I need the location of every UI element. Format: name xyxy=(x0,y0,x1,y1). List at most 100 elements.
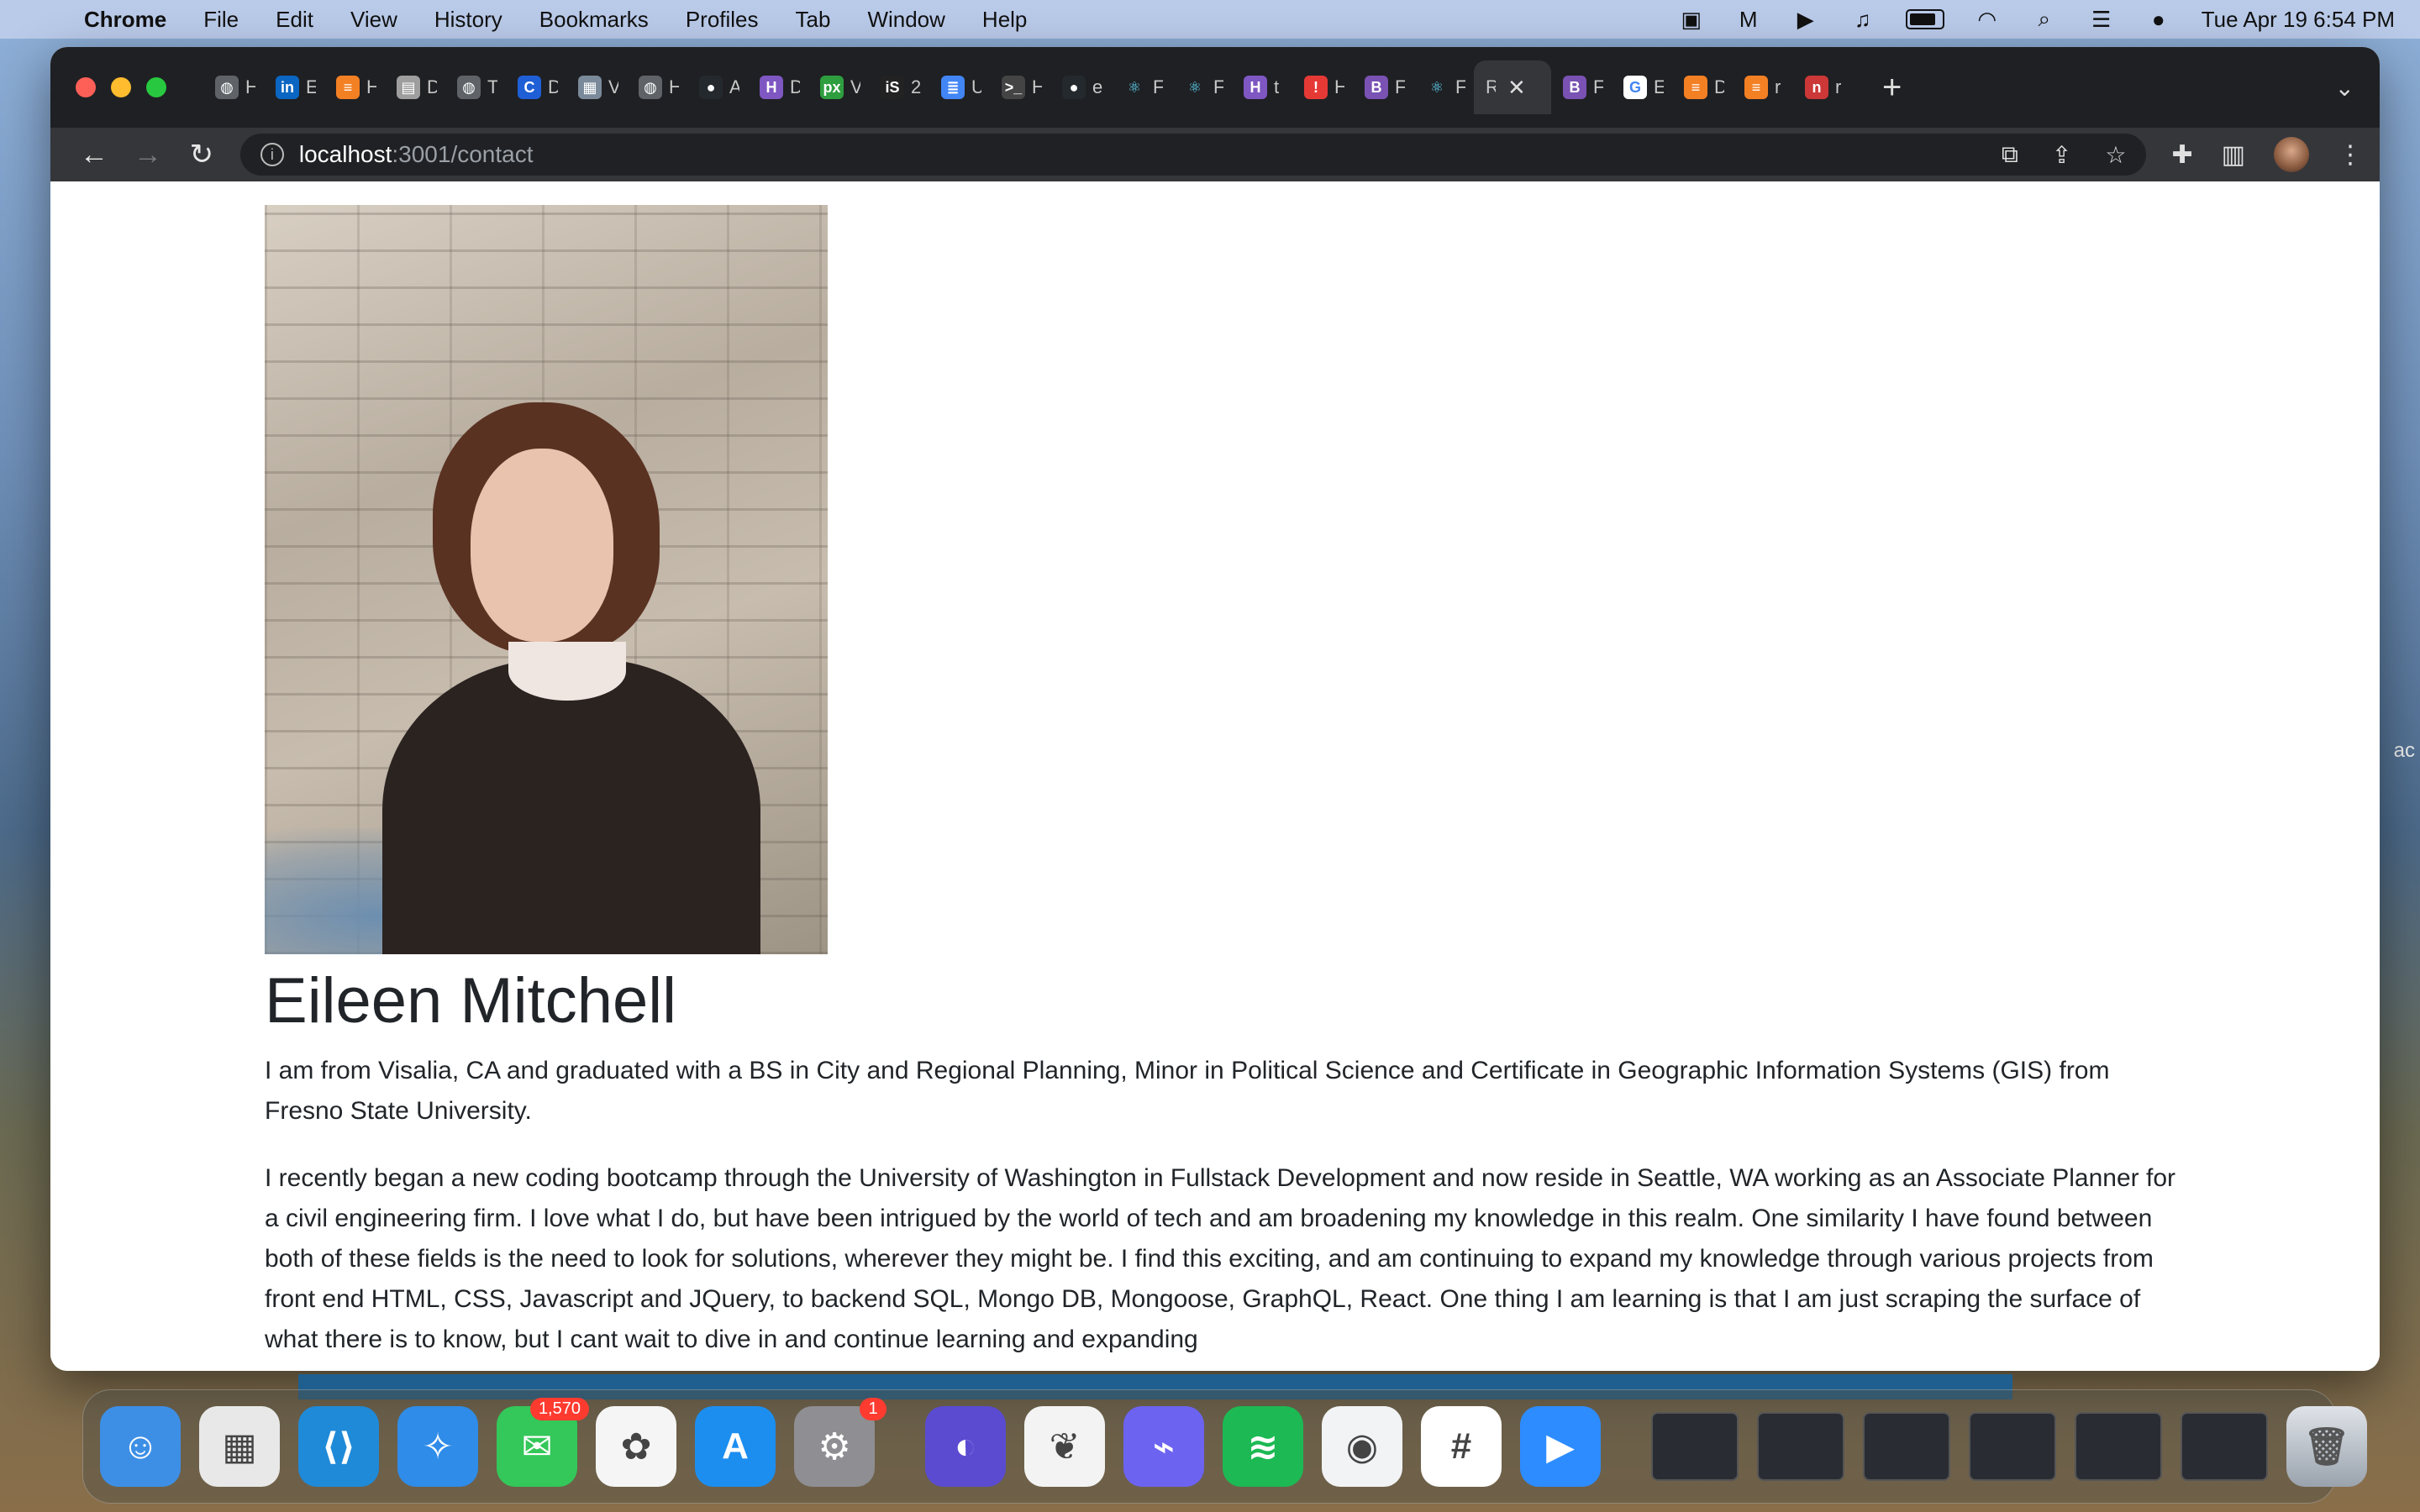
tab[interactable]: iS 2 xyxy=(869,60,929,114)
tab[interactable]: ⚛ F xyxy=(1111,60,1171,114)
tab[interactable]: ● A xyxy=(687,60,748,114)
tab-search-chevron-icon[interactable]: ⌄ xyxy=(2335,74,2354,102)
menu-file[interactable]: File xyxy=(203,7,239,33)
chrome-menu-kebab-icon[interactable]: ⋮ xyxy=(2338,140,2363,170)
address-bar-actions: ⧉ ⇪ ☆ xyxy=(2002,141,2127,169)
back-arrow-icon[interactable]: ← xyxy=(67,133,121,176)
menu-clock[interactable]: Tue Apr 19 6:54 PM xyxy=(2202,7,2395,33)
menu-help[interactable]: Help xyxy=(982,7,1027,33)
profile-avatar[interactable] xyxy=(2273,137,2309,172)
dock-app-circle-icon[interactable]: ◐ xyxy=(925,1406,1006,1487)
tab[interactable]: >_ H xyxy=(990,60,1050,114)
play-circle-icon[interactable]: ▶ xyxy=(1791,7,1820,32)
open-in-app-icon[interactable]: ⧉ xyxy=(2002,141,2018,169)
menu-history[interactable]: History xyxy=(434,7,502,33)
dock-messenger-icon[interactable]: ⌁ xyxy=(1123,1406,1204,1487)
tab[interactable]: ◍ H xyxy=(627,60,687,114)
dock-photos-icon[interactable]: ✿ xyxy=(596,1406,676,1487)
share-icon[interactable]: ⇪ xyxy=(2052,141,2071,169)
menu-tab[interactable]: Tab xyxy=(796,7,831,33)
tab[interactable]: ◍ H xyxy=(203,60,264,114)
tab[interactable]: ≣ U xyxy=(929,60,990,114)
tab[interactable]: ▤ D xyxy=(385,60,445,114)
forward-arrow-icon[interactable]: → xyxy=(121,133,175,176)
dock-finder-icon[interactable]: ☺ xyxy=(100,1406,181,1487)
tab-title: D xyxy=(548,76,558,97)
reload-icon[interactable]: ↻ xyxy=(175,133,229,176)
browser-toolbar: ← → ↻ i localhost:3001/contact ⧉ ⇪ ☆ ✚ ▥… xyxy=(50,128,2380,181)
tab[interactable]: ⚛ F xyxy=(1413,60,1474,114)
menu-view[interactable]: View xyxy=(350,7,397,33)
menu-bookmarks[interactable]: Bookmarks xyxy=(539,7,649,33)
dock-minimized-window[interactable] xyxy=(2181,1412,2268,1481)
dock-vscode-icon[interactable]: ⟨⟩ xyxy=(298,1406,379,1487)
tab[interactable]: ! H xyxy=(1292,60,1353,114)
dock-minimized-window[interactable] xyxy=(1757,1412,1844,1481)
menu-app-name[interactable]: Chrome xyxy=(84,7,166,33)
tab-title: F xyxy=(1213,76,1223,97)
tab[interactable]: BF xyxy=(1353,60,1413,114)
tab[interactable]: CD xyxy=(506,60,566,114)
tab-title: e xyxy=(1092,76,1102,97)
tab[interactable]: ● e xyxy=(1050,60,1111,114)
tab[interactable]: ⚛ F xyxy=(1171,60,1232,114)
battery-icon[interactable] xyxy=(1905,9,1944,29)
minimize-window-button[interactable] xyxy=(111,77,131,97)
menu-profiles[interactable]: Profiles xyxy=(686,7,759,33)
tab-title: F xyxy=(1153,76,1163,97)
dock-app-store-icon[interactable]: A xyxy=(695,1406,776,1487)
tab[interactable]: BF xyxy=(1551,60,1612,114)
menu-edit[interactable]: Edit xyxy=(276,7,313,33)
site-info-icon[interactable]: i xyxy=(260,143,284,166)
zoom-window-button[interactable] xyxy=(146,77,166,97)
tab[interactable]: nr xyxy=(1793,60,1854,114)
tab-active[interactable]: R ✕ xyxy=(1474,60,1551,114)
dock-trash-icon[interactable]: 🗑 xyxy=(2286,1406,2367,1487)
spotlight-search-icon[interactable]: ⌕ xyxy=(2030,6,2059,32)
tab[interactable]: px V xyxy=(808,60,869,114)
side-panel-icon[interactable]: ▥ xyxy=(2222,140,2245,170)
dock-minimized-window[interactable] xyxy=(1863,1412,1950,1481)
bookmark-star-icon[interactable]: ☆ xyxy=(2105,141,2126,169)
menu-window[interactable]: Window xyxy=(867,7,944,33)
tab[interactable]: ◍ T xyxy=(445,60,506,114)
dock-system-preferences-icon[interactable]: ⚙ 1 xyxy=(794,1398,886,1487)
headphones-icon[interactable]: ♫ xyxy=(1849,7,1877,32)
dock-minimized-window[interactable] xyxy=(2075,1412,2162,1481)
tab[interactable]: GE xyxy=(1612,60,1672,114)
dock-minimized-window[interactable] xyxy=(1969,1412,2056,1481)
video-camera-icon[interactable]: ▣ xyxy=(1677,7,1706,32)
malwarebytes-icon[interactable]: M xyxy=(1734,7,1763,32)
new-tab-plus-icon[interactable]: + xyxy=(1882,69,1902,107)
tab[interactable]: ≡ r xyxy=(1733,60,1793,114)
tab-title: U xyxy=(971,76,981,97)
extensions-puzzle-icon[interactable]: ✚ xyxy=(2171,140,2192,170)
tab-title: D xyxy=(1714,76,1724,97)
dock-spotify-icon[interactable]: ≋ xyxy=(1223,1406,1303,1487)
wifi-icon[interactable]: ◠ xyxy=(1973,7,2002,32)
tab[interactable]: Ht xyxy=(1232,60,1292,114)
siri-icon[interactable]: ● xyxy=(2144,7,2173,32)
dock-minimized-window[interactable] xyxy=(1651,1412,1739,1481)
is-logo-icon: iS xyxy=(881,76,904,99)
globe-icon: ◍ xyxy=(457,76,481,99)
tab[interactable]: ≡ D xyxy=(1672,60,1733,114)
dock-launchpad-icon[interactable]: ▦ xyxy=(199,1406,280,1487)
tab[interactable]: HD xyxy=(748,60,808,114)
h-logo-icon: H xyxy=(760,76,783,99)
dock-chrome-icon[interactable]: ◉ xyxy=(1322,1406,1402,1487)
tab[interactable]: ▦ V xyxy=(566,60,627,114)
tab[interactable]: in E xyxy=(264,60,324,114)
close-window-button[interactable] xyxy=(76,77,96,97)
tab[interactable]: ≡ H xyxy=(324,60,385,114)
tab-title: r xyxy=(1835,76,1842,97)
dock-mongodb-compass-icon[interactable]: ❦ xyxy=(1024,1406,1105,1487)
close-tab-icon[interactable]: ✕ xyxy=(1507,75,1526,101)
dock-safari-icon[interactable]: ✧ xyxy=(397,1406,478,1487)
address-bar[interactable]: i localhost:3001/contact ⧉ ⇪ ☆ xyxy=(239,134,2147,176)
bio-paragraph-2: I recently began a new coding bootcamp t… xyxy=(265,1164,2176,1354)
control-center-icon[interactable]: ☰ xyxy=(2087,7,2116,32)
dock-messages-icon[interactable]: ✉ 1,570 xyxy=(497,1398,589,1487)
dock-slack-icon[interactable]: # xyxy=(1421,1406,1502,1487)
dock-zoom-icon[interactable]: ▶ xyxy=(1520,1406,1601,1487)
